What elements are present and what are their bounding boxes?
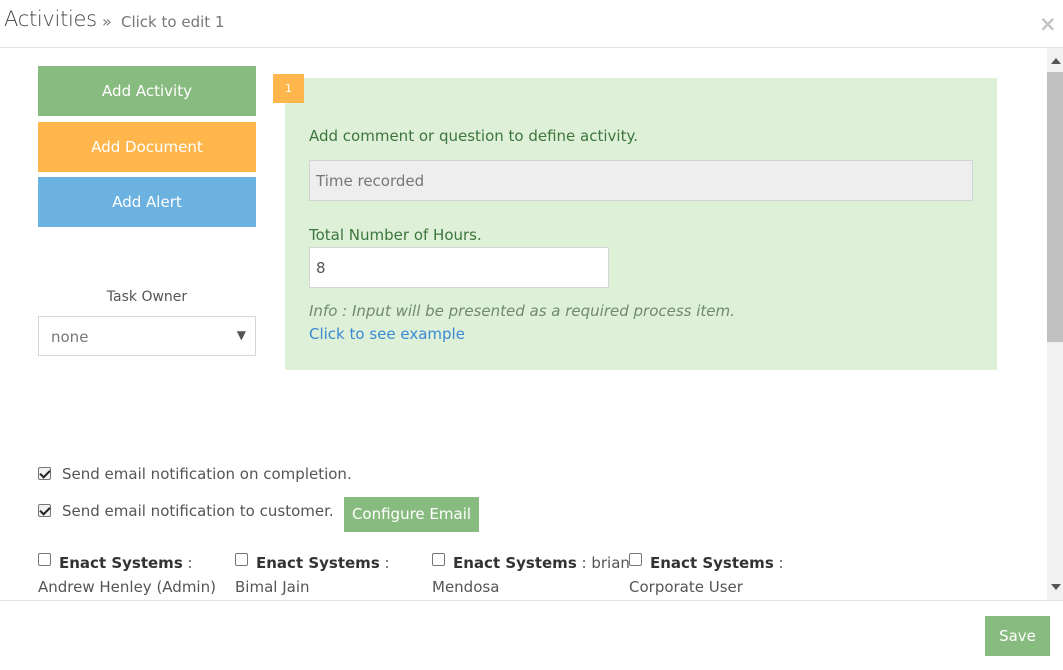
user-company: Enact Systems — [453, 554, 577, 572]
breadcrumb-separator-icon: » — [102, 12, 112, 31]
save-button[interactable]: Save — [985, 616, 1050, 656]
user-name: Mendosa — [432, 578, 500, 596]
checkbox-checked-icon[interactable] — [38, 467, 51, 480]
activity-prompt-label: Add comment or question to define activi… — [309, 127, 638, 145]
notify-customer-label: Send email notification to customer. — [62, 502, 334, 520]
user-separator: : — [379, 554, 390, 572]
user-name: Bimal Jain — [235, 578, 310, 596]
add-document-button[interactable]: Add Document — [38, 122, 256, 172]
breadcrumb: Click to edit 1 — [121, 13, 225, 31]
notify-completion-label: Send email notification on completion. — [62, 465, 352, 483]
task-owner-value: none — [51, 328, 89, 346]
user-separator: : — [773, 554, 784, 572]
add-alert-button[interactable]: Add Alert — [38, 177, 256, 227]
step-badge: 1 — [273, 74, 304, 103]
scroll-up-icon[interactable] — [1051, 58, 1061, 64]
user-company: Enact Systems — [256, 554, 380, 572]
task-owner-select[interactable]: none ▼ — [38, 316, 256, 356]
user-option: Enact Systems : brian Mendosa — [432, 551, 630, 599]
user-separator: : — [182, 554, 193, 572]
task-owner-label: Task Owner — [106, 289, 188, 305]
chevron-down-icon: ▼ — [236, 328, 246, 342]
modal-footer — [0, 600, 1063, 670]
configure-email-button[interactable]: Configure Email — [344, 497, 479, 532]
user-separator: : — [576, 554, 592, 572]
user-name: Andrew Henley (Admin) — [38, 578, 216, 596]
page-title: Activities — [4, 7, 97, 31]
user-option: Enact Systems : Andrew Henley (Admin) — [38, 551, 216, 599]
user-name: Corporate User — [629, 578, 743, 596]
see-example-link[interactable]: Click to see example — [309, 325, 465, 343]
user-option: Enact Systems : Bimal Jain — [235, 551, 390, 599]
user-name-part: brian — [591, 554, 630, 572]
hours-value: 8 — [316, 259, 326, 277]
activity-question-value: Time recorded — [316, 172, 425, 190]
close-icon[interactable]: × — [1039, 12, 1057, 36]
checkbox-checked-icon[interactable] — [38, 504, 51, 517]
scrollbar-thumb[interactable] — [1047, 72, 1063, 342]
user-company: Enact Systems — [650, 554, 774, 572]
modal-header: Activities » Click to edit 1 × — [0, 0, 1063, 48]
user-option: Enact Systems : Corporate User — [629, 551, 784, 599]
user-company: Enact Systems — [59, 554, 183, 572]
hours-label: Total Number of Hours. — [309, 226, 482, 244]
scroll-down-icon[interactable] — [1051, 584, 1061, 590]
hours-input[interactable]: 8 — [309, 247, 609, 288]
activity-question-field: Time recorded — [309, 160, 973, 201]
info-text: Info : Input will be presented as a requ… — [309, 302, 735, 320]
add-activity-button[interactable]: Add Activity — [38, 66, 256, 116]
